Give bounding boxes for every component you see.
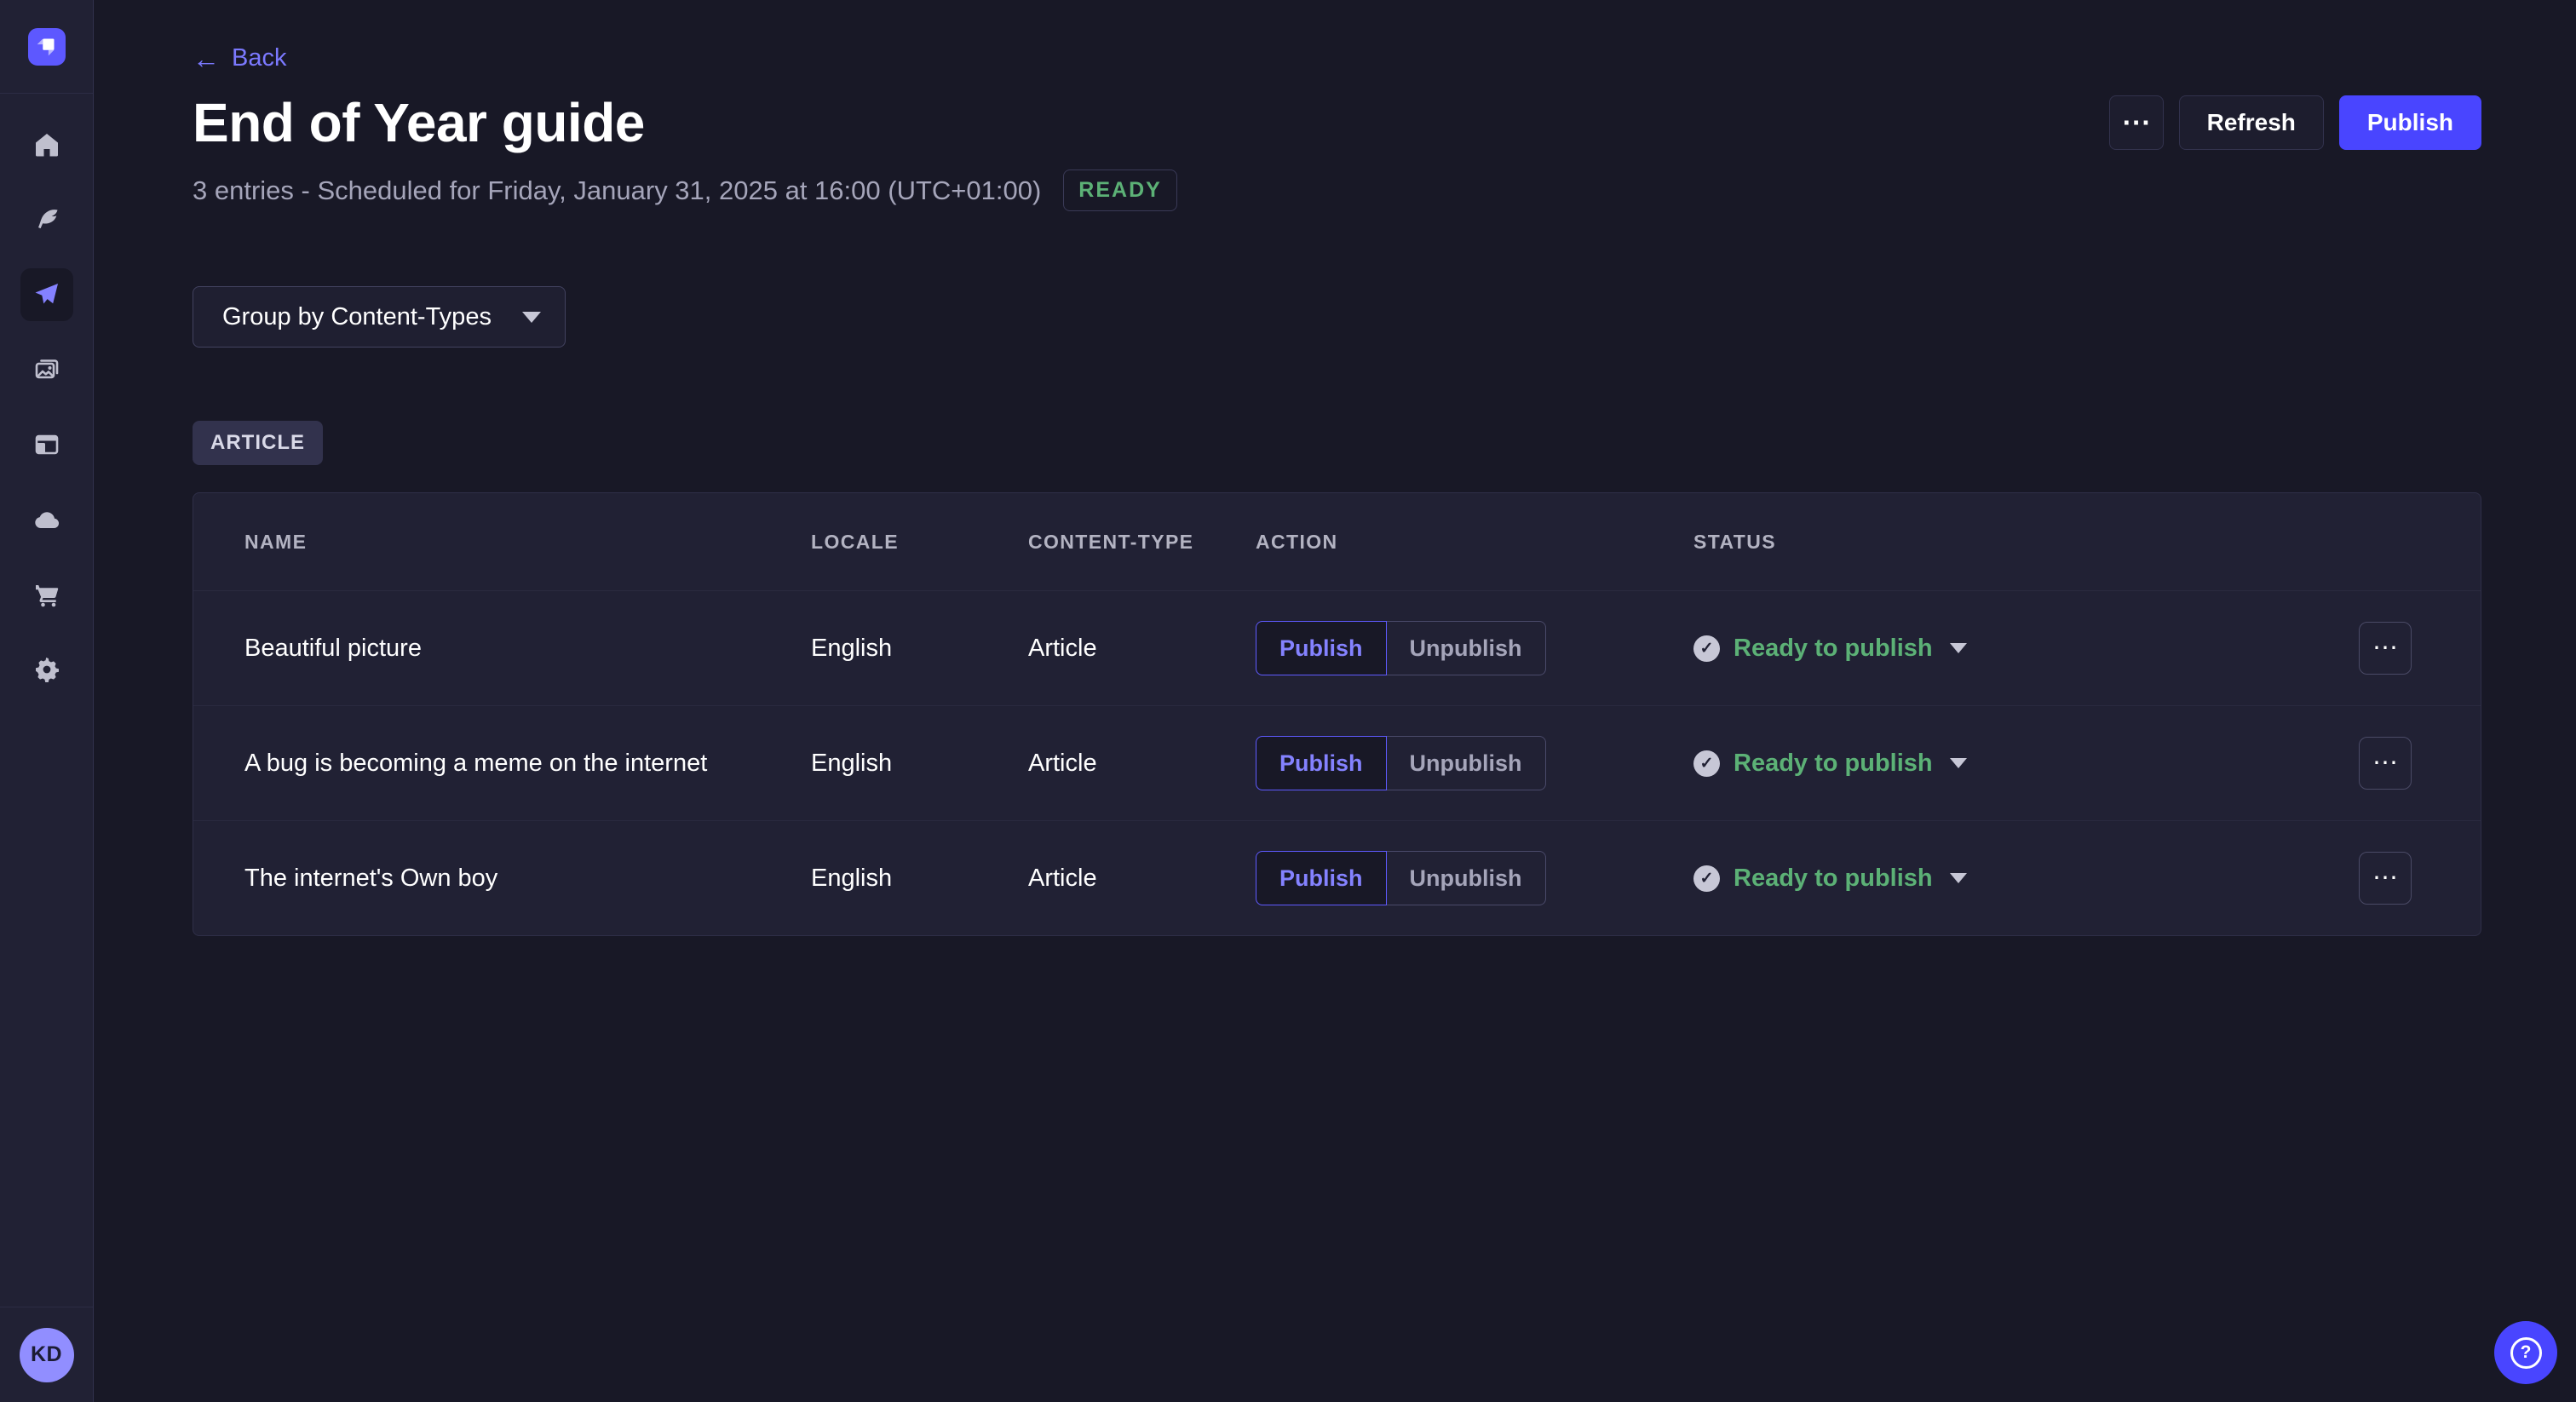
- cloud-icon: [32, 504, 62, 535]
- row-unpublish-button[interactable]: Unpublish: [1387, 736, 1546, 790]
- help-button[interactable]: ?: [2494, 1321, 2557, 1384]
- layout-icon: [32, 429, 62, 460]
- sidebar-item-marketplace[interactable]: [20, 568, 73, 621]
- row-publish-button[interactable]: Publish: [1256, 621, 1387, 675]
- back-link[interactable]: ← Back: [193, 44, 286, 72]
- group-by-dropdown[interactable]: Group by Content-Types: [193, 286, 566, 348]
- publish-release-button[interactable]: Publish: [2339, 95, 2481, 150]
- sidebar: KD: [0, 0, 94, 1402]
- strapi-logo-glyph: [32, 32, 61, 61]
- pictures-icon: [32, 354, 62, 385]
- sidebar-item-releases[interactable]: [20, 268, 73, 321]
- column-header-status: STATUS: [1693, 531, 2359, 554]
- content-type-group-chip: ARTICLE: [193, 421, 323, 465]
- action-segmented-control: Publish Unpublish: [1256, 736, 1693, 790]
- chevron-down-icon: [1950, 643, 1967, 653]
- table-row: A bug is becoming a meme on the internet…: [193, 705, 2481, 820]
- entry-content-type: Article: [1028, 635, 1256, 663]
- table-row: Beautiful picture English Article Publis…: [193, 590, 2481, 705]
- feather-icon: [32, 204, 62, 235]
- action-segmented-control: Publish Unpublish: [1256, 851, 1693, 905]
- entry-locale: English: [811, 750, 1028, 778]
- logo-container: [0, 0, 93, 94]
- table-header-row: NAME LOCALE CONTENT-TYPE ACTION STATUS: [193, 493, 2481, 590]
- entry-status-label: Ready to publish: [1734, 865, 1933, 893]
- user-avatar[interactable]: KD: [20, 1328, 74, 1382]
- action-segmented-control: Publish Unpublish: [1256, 621, 1693, 675]
- release-meta-row: 3 entries - Scheduled for Friday, Januar…: [193, 170, 2481, 211]
- column-header-name: NAME: [193, 531, 811, 554]
- column-header-action: ACTION: [1256, 531, 1693, 554]
- row-menu-button[interactable]: ⋯: [2359, 622, 2412, 675]
- check-circle-icon: ✓: [1693, 635, 1720, 662]
- entry-status-control[interactable]: ✓ Ready to publish: [1693, 865, 1967, 893]
- sidebar-item-home[interactable]: [20, 118, 73, 171]
- back-label: Back: [232, 44, 286, 72]
- release-status-badge: READY: [1063, 170, 1177, 211]
- entry-status-control[interactable]: ✓ Ready to publish: [1693, 635, 1967, 663]
- column-header-content-type: CONTENT-TYPE: [1028, 531, 1256, 554]
- release-subtitle: 3 entries - Scheduled for Friday, Januar…: [193, 175, 1041, 206]
- back-arrow-icon: ←: [193, 45, 220, 72]
- table-row: The internet's Own boy English Article P…: [193, 820, 2481, 935]
- sidebar-footer: KD: [0, 1307, 93, 1402]
- chevron-down-icon: [522, 312, 541, 323]
- entry-status-control[interactable]: ✓ Ready to publish: [1693, 750, 1967, 778]
- refresh-button[interactable]: Refresh: [2179, 95, 2324, 150]
- gear-icon: [32, 654, 62, 685]
- strapi-logo-icon[interactable]: [28, 28, 66, 66]
- column-header-locale: LOCALE: [811, 531, 1028, 554]
- entry-content-type: Article: [1028, 865, 1256, 893]
- release-entries-table: NAME LOCALE CONTENT-TYPE ACTION STATUS B…: [193, 492, 2481, 936]
- question-mark-icon: ?: [2510, 1337, 2542, 1369]
- entry-status-label: Ready to publish: [1734, 750, 1933, 778]
- chevron-down-icon: [1950, 758, 1967, 768]
- sidebar-item-settings[interactable]: [20, 643, 73, 696]
- sidebar-item-content-type-builder[interactable]: [20, 418, 73, 471]
- paper-plane-icon: [32, 279, 62, 310]
- check-circle-icon: ✓: [1693, 750, 1720, 777]
- row-unpublish-button[interactable]: Unpublish: [1387, 621, 1546, 675]
- more-options-button[interactable]: ⋯: [2109, 95, 2164, 150]
- row-menu-button[interactable]: ⋯: [2359, 737, 2412, 790]
- row-publish-button[interactable]: Publish: [1256, 736, 1387, 790]
- entry-name: Beautiful picture: [193, 635, 811, 663]
- cart-icon: [32, 579, 62, 610]
- entry-name: The internet's Own boy: [193, 865, 811, 893]
- home-icon: [32, 129, 62, 160]
- sidebar-item-media-library[interactable]: [20, 343, 73, 396]
- entry-name: A bug is becoming a meme on the internet: [193, 750, 811, 778]
- row-publish-button[interactable]: Publish: [1256, 851, 1387, 905]
- header-actions: ⋯ Refresh Publish: [2109, 95, 2481, 150]
- group-by-label: Group by Content-Types: [222, 303, 492, 331]
- sidebar-item-content-manager[interactable]: [20, 193, 73, 246]
- check-circle-icon: ✓: [1693, 865, 1720, 892]
- entry-locale: English: [811, 865, 1028, 893]
- row-unpublish-button[interactable]: Unpublish: [1387, 851, 1546, 905]
- sidebar-nav: [0, 94, 93, 1307]
- chevron-down-icon: [1950, 873, 1967, 883]
- sidebar-item-cloud[interactable]: [20, 493, 73, 546]
- entry-content-type: Article: [1028, 750, 1256, 778]
- entry-status-label: Ready to publish: [1734, 635, 1933, 663]
- row-menu-button[interactable]: ⋯: [2359, 852, 2412, 905]
- main-content: ← Back End of Year guide 3 entries - Sch…: [94, 0, 2576, 1402]
- entry-locale: English: [811, 635, 1028, 663]
